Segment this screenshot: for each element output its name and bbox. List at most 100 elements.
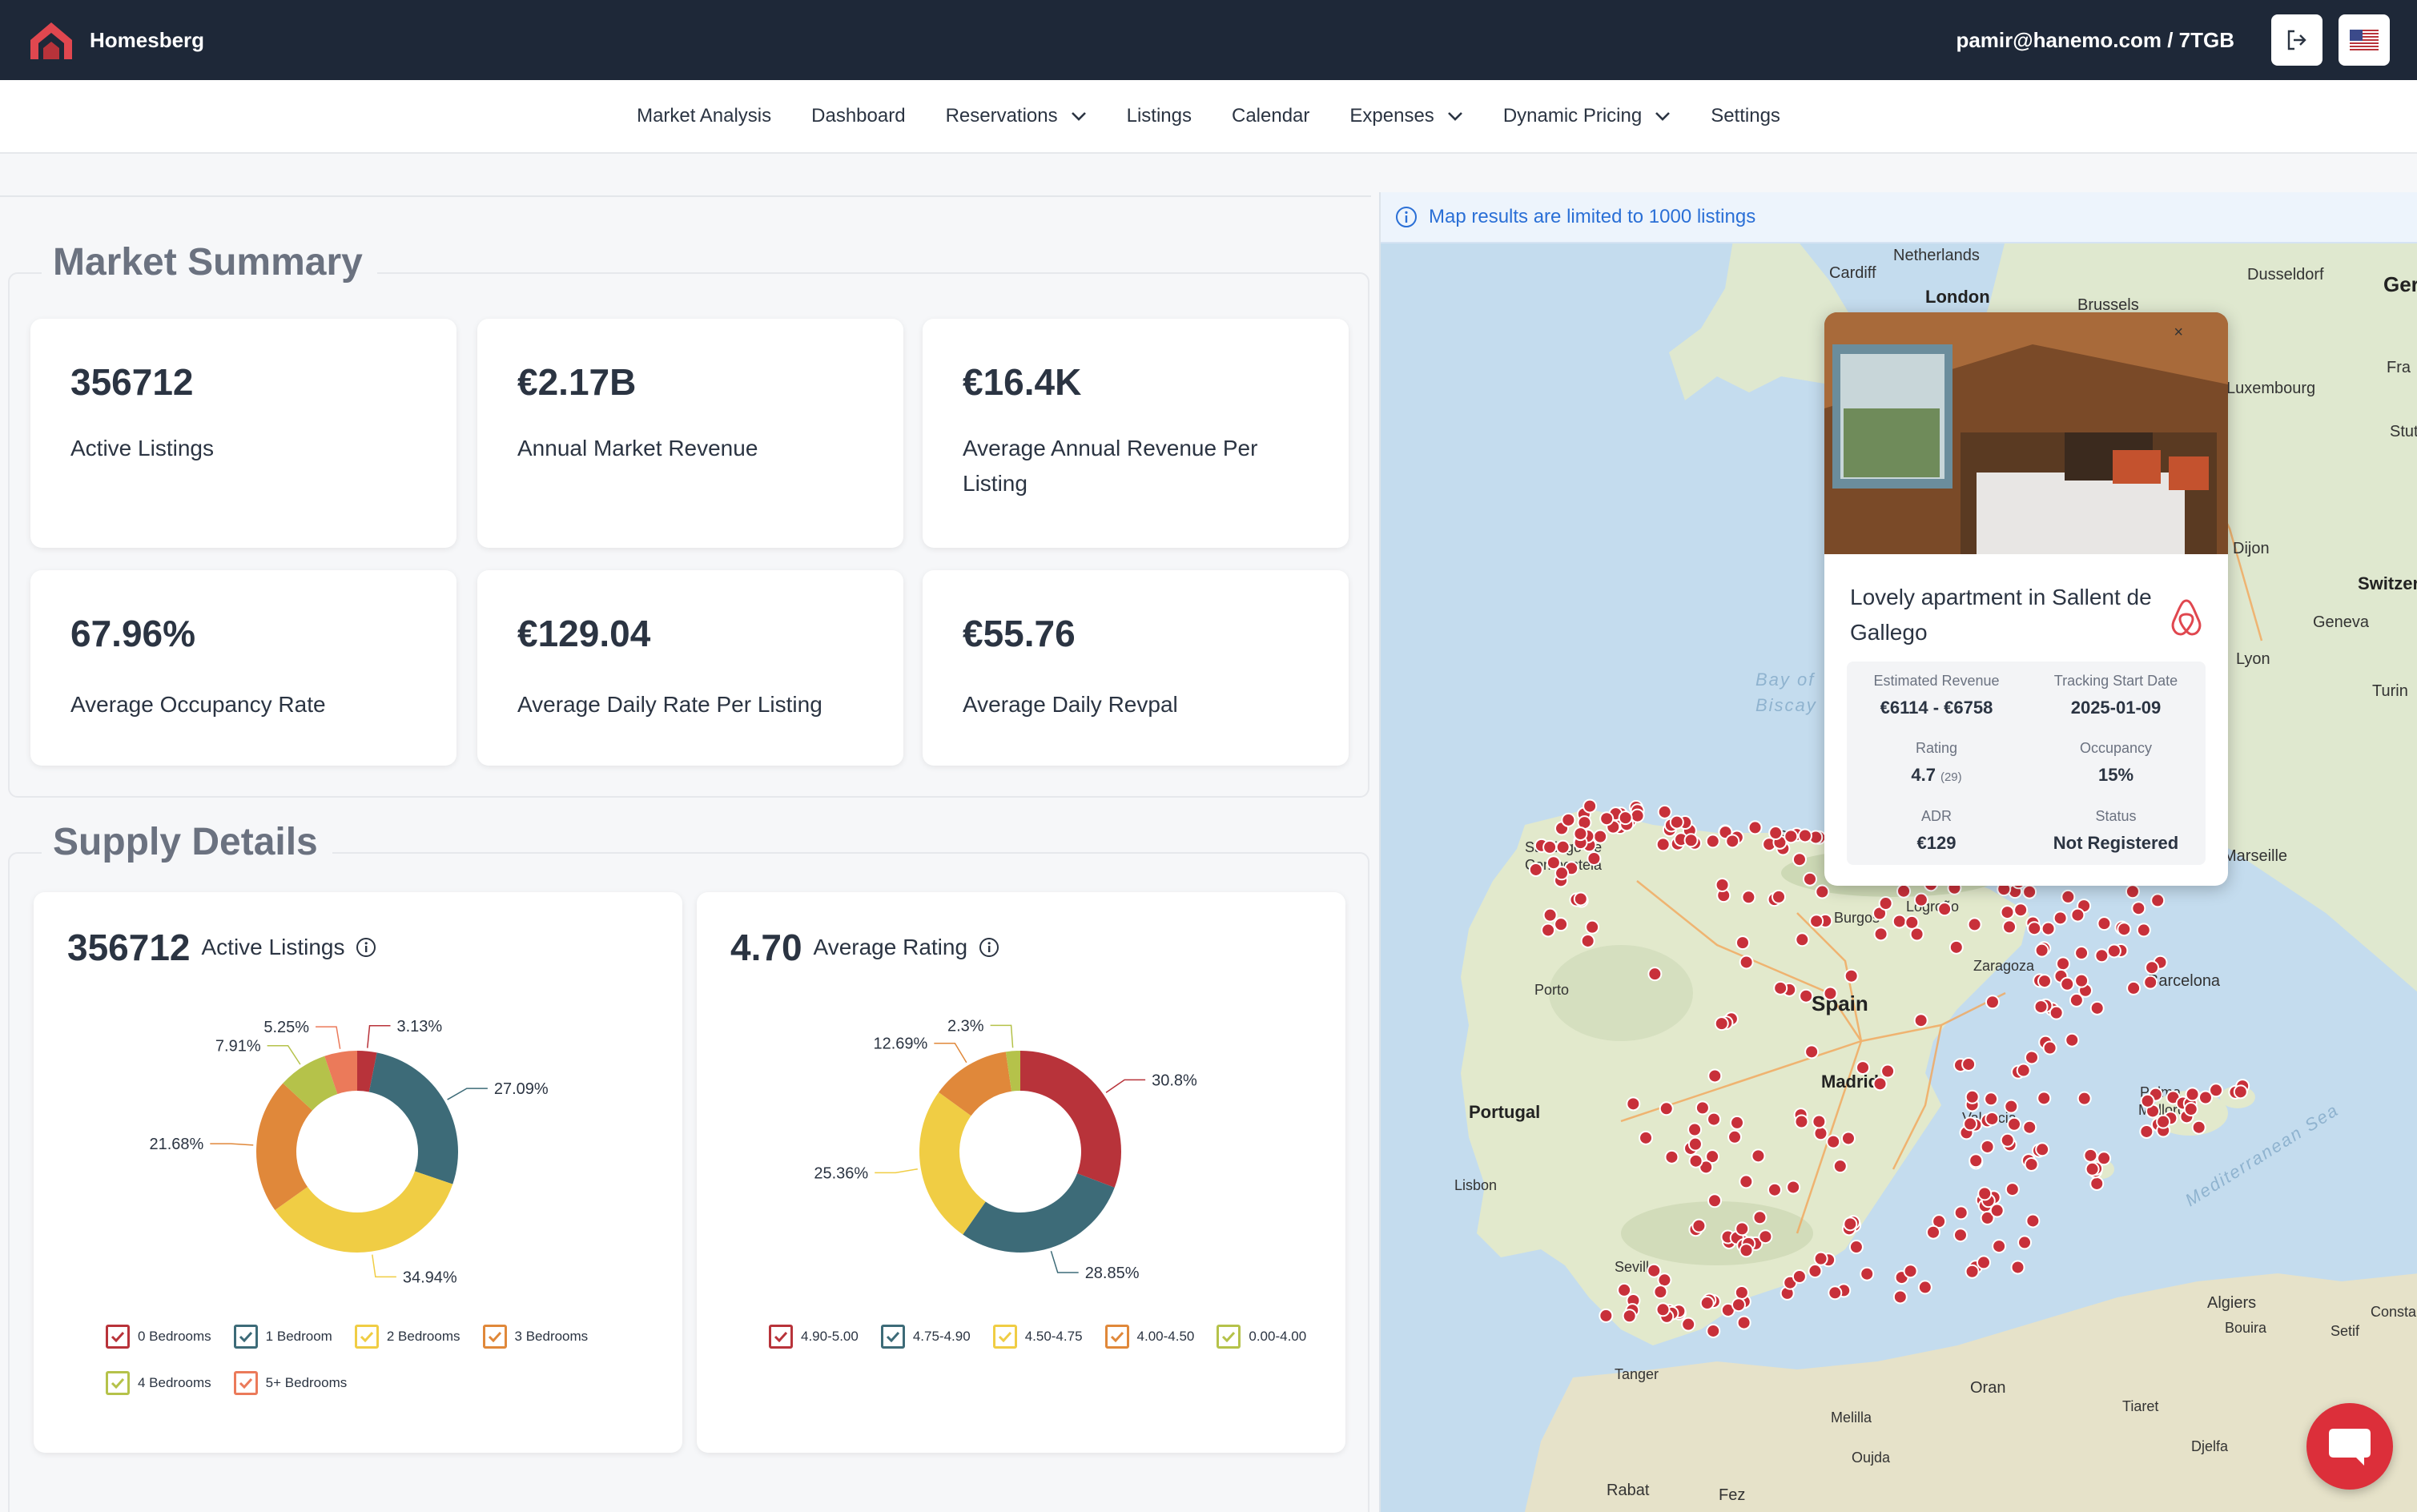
checkbox-checked-icon[interactable] bbox=[354, 1325, 379, 1349]
checkbox-checked-icon[interactable] bbox=[233, 1371, 258, 1395]
listing-marker[interactable] bbox=[2117, 922, 2132, 937]
listing-marker[interactable] bbox=[1985, 995, 2000, 1010]
legend-item[interactable]: 0.00-4.00 bbox=[1217, 1325, 1306, 1349]
checkbox-checked-icon[interactable] bbox=[769, 1325, 793, 1349]
listing-marker[interactable] bbox=[1772, 889, 1787, 904]
listing-marker[interactable] bbox=[2094, 948, 2109, 963]
chat-support-button[interactable] bbox=[2306, 1403, 2393, 1490]
listing-marker[interactable] bbox=[2106, 943, 2121, 959]
listing-marker[interactable] bbox=[2041, 921, 2056, 936]
listing-marker[interactable] bbox=[1878, 896, 1893, 911]
nav-listings[interactable]: Listings bbox=[1127, 105, 1192, 127]
listing-marker[interactable] bbox=[1832, 1159, 1848, 1174]
listing-marker[interactable] bbox=[1655, 1302, 1671, 1317]
donut-slice[interactable] bbox=[963, 1173, 1115, 1253]
listing-marker[interactable] bbox=[1747, 820, 1763, 835]
listing-marker[interactable] bbox=[1657, 1273, 1672, 1288]
listing-marker[interactable] bbox=[1736, 1315, 1751, 1330]
listing-marker[interactable] bbox=[1695, 1100, 1710, 1116]
listing-marker[interactable] bbox=[2145, 960, 2160, 975]
legend-item[interactable]: 0 Bedrooms bbox=[106, 1325, 211, 1349]
listing-marker[interactable] bbox=[2125, 884, 2140, 899]
listing-marker[interactable] bbox=[1892, 914, 1907, 929]
checkbox-checked-icon[interactable] bbox=[1104, 1325, 1129, 1349]
listing-marker[interactable] bbox=[1917, 1280, 1932, 1295]
checkbox-checked-icon[interactable] bbox=[482, 1325, 507, 1349]
listing-marker[interactable] bbox=[2077, 1091, 2092, 1106]
checkbox-checked-icon[interactable] bbox=[880, 1325, 905, 1349]
listing-marker[interactable] bbox=[1786, 1180, 1801, 1195]
nav-dynamic-pricing[interactable]: Dynamic Pricing bbox=[1503, 105, 1671, 127]
listing-marker[interactable] bbox=[2131, 901, 2146, 916]
nav-market-analysis[interactable]: Market Analysis bbox=[637, 105, 771, 127]
listing-marker[interactable] bbox=[1812, 1114, 1827, 1129]
listing-marker[interactable] bbox=[2089, 1176, 2105, 1191]
listing-marker[interactable] bbox=[2085, 1161, 2100, 1176]
listing-marker[interactable] bbox=[2233, 1084, 2248, 1100]
listing-marker[interactable] bbox=[1797, 828, 1812, 843]
listing-marker[interactable] bbox=[1727, 1129, 1743, 1144]
listing-marker[interactable] bbox=[1984, 1092, 1999, 1107]
listing-marker[interactable] bbox=[2209, 1083, 2224, 1098]
listing-marker[interactable] bbox=[2042, 1040, 2057, 1056]
listing-marker[interactable] bbox=[1880, 1064, 1896, 1079]
listing-marker[interactable] bbox=[1599, 1308, 1614, 1323]
listing-marker[interactable] bbox=[1773, 980, 1788, 995]
listing-marker[interactable] bbox=[1784, 829, 1799, 844]
listing-marker[interactable] bbox=[1795, 932, 1810, 947]
listing-marker[interactable] bbox=[1715, 877, 1730, 892]
legend-item[interactable]: 3 Bedrooms bbox=[482, 1325, 588, 1349]
listing-marker[interactable] bbox=[1542, 907, 1558, 923]
listing-marker[interactable] bbox=[2033, 999, 2049, 1015]
legend-item[interactable]: 2 Bedrooms bbox=[354, 1325, 460, 1349]
listing-marker[interactable] bbox=[2037, 974, 2053, 989]
listing-marker[interactable] bbox=[2022, 1120, 2037, 1135]
listing-marker[interactable] bbox=[1848, 1240, 1864, 1255]
listing-marker[interactable] bbox=[1828, 1285, 1843, 1301]
listing-marker[interactable] bbox=[1926, 1224, 1941, 1240]
listing-marker[interactable] bbox=[1555, 839, 1570, 855]
listing-marker[interactable] bbox=[1735, 935, 1750, 951]
nav-expenses[interactable]: Expenses bbox=[1349, 105, 1462, 127]
listing-marker[interactable] bbox=[2004, 1099, 2019, 1114]
listing-marker[interactable] bbox=[2027, 921, 2042, 936]
listing-marker[interactable] bbox=[1844, 968, 1859, 983]
listing-marker[interactable] bbox=[1735, 1221, 1750, 1237]
listing-marker[interactable] bbox=[2013, 903, 2029, 918]
listing-marker[interactable] bbox=[2185, 1087, 2200, 1102]
listing-marker[interactable] bbox=[1707, 1112, 1722, 1127]
listing-marker[interactable] bbox=[1725, 834, 1740, 849]
listing-marker[interactable] bbox=[2140, 1093, 2155, 1108]
listing-marker[interactable] bbox=[2005, 1182, 2020, 1197]
listing-marker[interactable] bbox=[2024, 1050, 2039, 1065]
listing-marker[interactable] bbox=[2074, 973, 2089, 988]
listing-marker[interactable] bbox=[1809, 914, 1824, 929]
listing-marker[interactable] bbox=[1647, 1263, 1662, 1278]
listing-marker[interactable] bbox=[1980, 1139, 1995, 1154]
listing-marker[interactable] bbox=[1969, 1153, 1984, 1168]
listing-marker[interactable] bbox=[1752, 1210, 1768, 1225]
listing-marker[interactable] bbox=[1528, 862, 1543, 877]
listing-marker[interactable] bbox=[2056, 956, 2071, 971]
listing-marker[interactable] bbox=[2143, 975, 2158, 990]
listing-marker[interactable] bbox=[1573, 826, 1588, 842]
listing-marker[interactable] bbox=[1583, 798, 1598, 814]
listing-marker[interactable] bbox=[2150, 893, 2166, 908]
listing-marker[interactable] bbox=[1599, 811, 1615, 826]
listing-popup[interactable]: × Lovely apartment in Sallent de Gallego… bbox=[1824, 312, 2228, 886]
listing-marker[interactable] bbox=[2010, 1260, 2025, 1275]
listing-marker[interactable] bbox=[1860, 1266, 1875, 1281]
listing-marker[interactable] bbox=[1655, 837, 1671, 852]
legend-item[interactable]: 4.90-5.00 bbox=[769, 1325, 859, 1349]
listing-marker[interactable] bbox=[1554, 917, 1569, 932]
donut-slice[interactable] bbox=[919, 1092, 986, 1235]
listing-marker[interactable] bbox=[1953, 1205, 1969, 1220]
listing-marker[interactable] bbox=[1630, 808, 1645, 823]
listing-marker[interactable] bbox=[1903, 1264, 1918, 1279]
brand-name[interactable]: Homesberg bbox=[90, 28, 204, 53]
listing-marker[interactable] bbox=[1593, 829, 1608, 844]
listing-marker[interactable] bbox=[1707, 1068, 1723, 1084]
listing-marker[interactable] bbox=[1913, 892, 1928, 907]
listing-marker[interactable] bbox=[1985, 1111, 2000, 1126]
nav-dashboard[interactable]: Dashboard bbox=[811, 105, 905, 127]
